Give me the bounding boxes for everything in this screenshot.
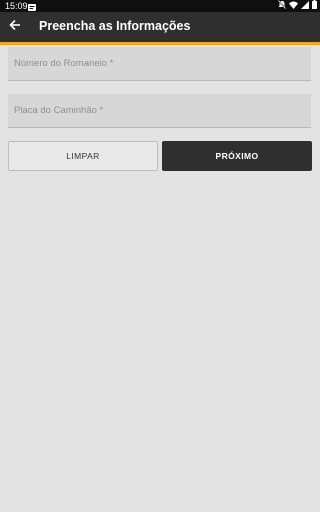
status-icons xyxy=(277,0,317,12)
notification-icon xyxy=(28,2,36,11)
mute-icon xyxy=(277,0,287,12)
page-title: Preencha as Informações xyxy=(39,19,191,33)
signal-icon xyxy=(301,0,309,12)
wifi-icon xyxy=(289,0,298,12)
placa-field[interactable]: Placa do Caminhão * xyxy=(8,94,311,128)
placa-input[interactable] xyxy=(8,94,311,127)
battery-icon xyxy=(312,0,317,12)
status-bar: 15:09 xyxy=(0,0,320,12)
arrow-left-icon xyxy=(9,18,21,36)
app-bar: Preencha as Informações xyxy=(0,12,320,42)
clear-button[interactable]: LIMPAR xyxy=(8,141,158,171)
romaneio-input[interactable] xyxy=(8,47,311,80)
back-button[interactable] xyxy=(5,17,25,37)
next-button[interactable]: PRÓXIMO xyxy=(162,141,312,171)
romaneio-field[interactable]: Número do Romaneio * xyxy=(8,47,311,81)
status-time: 15:09 xyxy=(5,1,28,11)
app-bar-accent-line xyxy=(0,42,320,45)
